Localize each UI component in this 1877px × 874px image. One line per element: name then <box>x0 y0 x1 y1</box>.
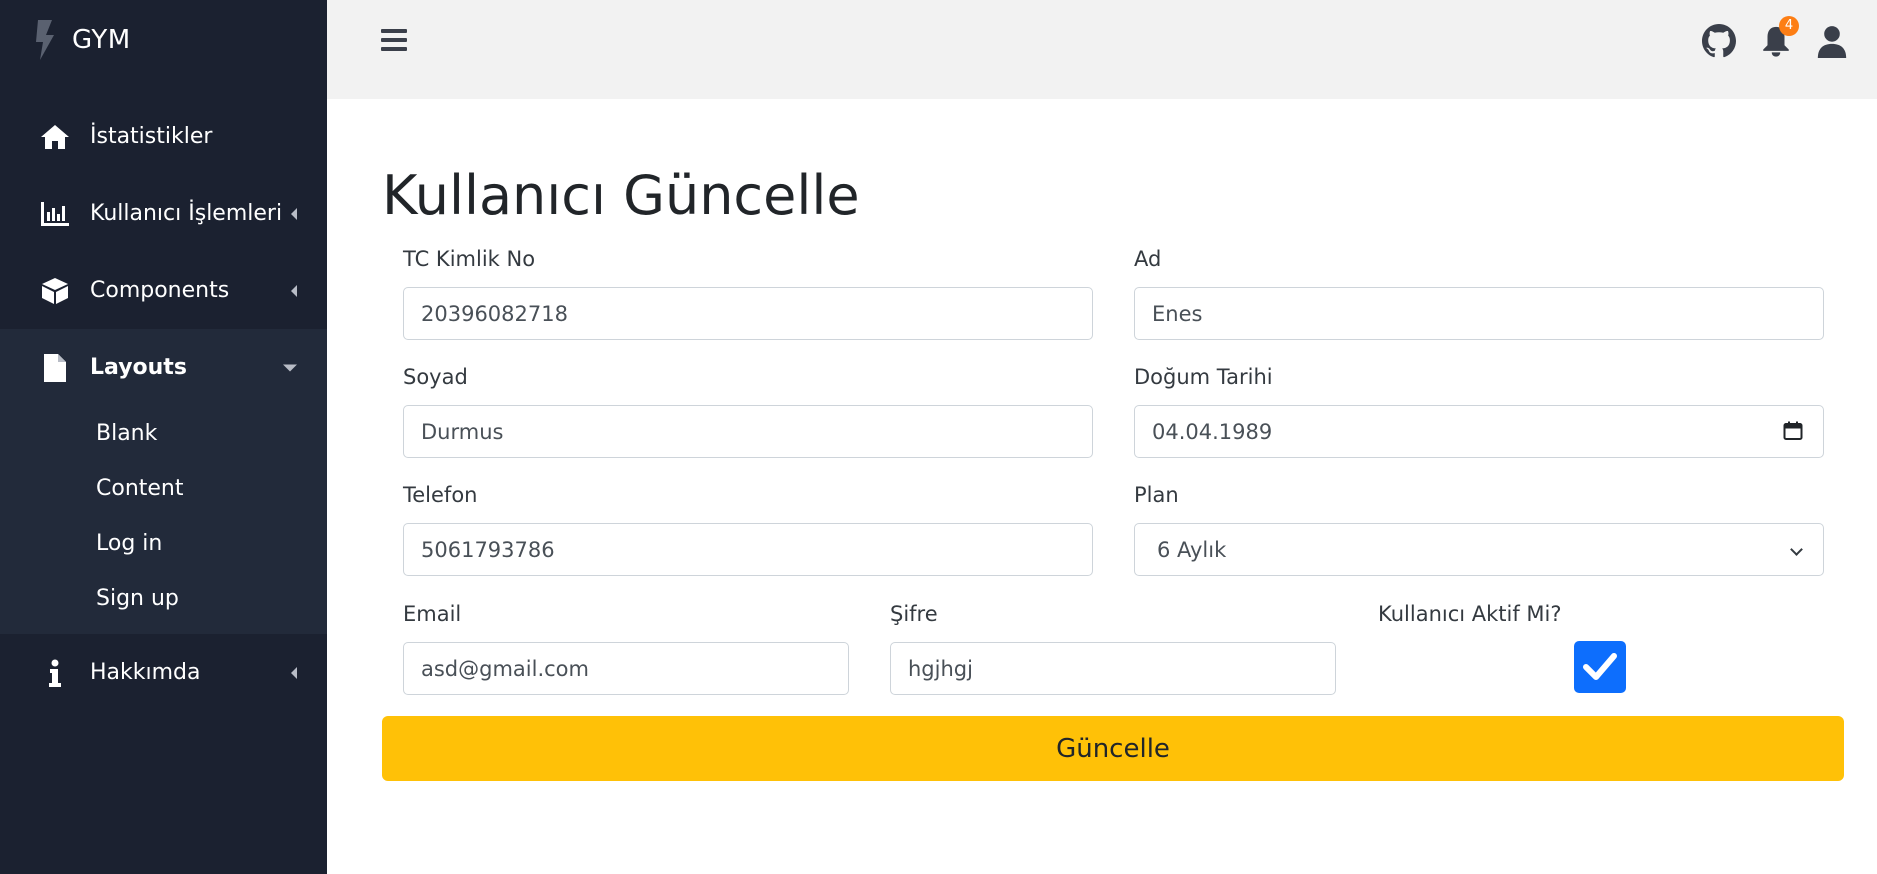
sidebar-item-label: Kullanıcı İşlemleri <box>90 201 283 226</box>
email-label: Email <box>403 602 462 626</box>
github-icon[interactable] <box>1702 24 1736 58</box>
info-icon <box>40 658 70 688</box>
sidebar-item-label: Hakkımda <box>90 660 201 685</box>
telefon-input[interactable]: 5061793786 <box>403 523 1093 576</box>
chart-bar-icon <box>40 199 70 229</box>
home-icon <box>40 122 70 152</box>
ad-label: Ad <box>1134 247 1162 271</box>
caret-down-icon <box>283 364 297 371</box>
aktif-checkbox[interactable] <box>1574 641 1626 693</box>
plan-select[interactable]: 6 Aylık <box>1134 523 1824 576</box>
sifre-input[interactable]: hgjhgj <box>890 642 1336 695</box>
brand[interactable]: GYM <box>32 18 131 62</box>
sidebar-item-kullanici-islemleri[interactable]: Kullanıcı İşlemleri <box>0 175 327 252</box>
sidebar-item-istatistikler[interactable]: İstatistikler <box>0 98 327 175</box>
submenu-item-login[interactable]: Log in <box>0 516 327 571</box>
dogum-tarihi-input[interactable]: 04.04.1989 <box>1134 405 1824 458</box>
file-icon <box>40 353 70 383</box>
sidebar-item-components[interactable]: Components <box>0 252 327 329</box>
tc-label: TC Kimlik No <box>403 247 536 271</box>
plan-selected-value: 6 Aylık <box>1157 537 1227 562</box>
bolt-icon <box>36 20 54 60</box>
caret-left-icon <box>291 207 297 220</box>
guncelle-button[interactable]: Güncelle <box>382 716 1844 781</box>
sidebar-item-label: Layouts <box>90 355 187 380</box>
tc-input[interactable]: 20396082718 <box>403 287 1093 340</box>
dogum-tarihi-label: Doğum Tarihi <box>1134 365 1273 389</box>
plan-label: Plan <box>1134 483 1179 507</box>
ad-input[interactable]: Enes <box>1134 287 1824 340</box>
sidebar-item-hakkimda[interactable]: Hakkımda <box>0 634 327 711</box>
sidebar-item-layouts[interactable]: Layouts <box>0 329 327 406</box>
sidebar-nav: İstatistikler Kullanıcı İşlemleri Compon… <box>0 98 327 711</box>
caret-left-icon <box>291 666 297 679</box>
sifre-label: Şifre <box>890 602 938 626</box>
submenu-item-blank[interactable]: Blank <box>0 406 327 461</box>
soyad-label: Soyad <box>403 365 468 389</box>
cube-icon <box>40 276 70 306</box>
user-icon[interactable] <box>1815 24 1849 58</box>
aktif-label: Kullanıcı Aktif Mi? <box>1378 602 1562 626</box>
sidebar: GYM İstatistikler Kullanıcı İşlemleri Co… <box>0 0 327 874</box>
brand-name: GYM <box>72 25 131 55</box>
check-icon <box>1583 653 1617 680</box>
submenu-item-signup[interactable]: Sign up <box>0 571 327 626</box>
sidebar-item-label: İstatistikler <box>90 124 213 149</box>
sidebar-item-label: Components <box>90 278 230 303</box>
calendar-icon[interactable] <box>1783 421 1803 441</box>
caret-left-icon <box>291 284 297 297</box>
layouts-submenu: Blank Content Log in Sign up <box>0 406 327 634</box>
notification-badge: 4 <box>1779 16 1799 36</box>
soyad-input[interactable]: Durmus <box>403 405 1093 458</box>
page-title: Kullanıcı Güncelle <box>382 164 860 227</box>
submenu-item-content[interactable]: Content <box>0 461 327 516</box>
telefon-label: Telefon <box>403 483 478 507</box>
dogum-tarihi-value: 04.04.1989 <box>1152 419 1273 444</box>
menu-icon[interactable] <box>381 29 407 51</box>
main-content: Kullanıcı Güncelle TC Kimlik No 20396082… <box>327 99 1877 874</box>
topbar: 4 <box>327 0 1877 99</box>
email-input[interactable]: asd@gmail.com <box>403 642 849 695</box>
